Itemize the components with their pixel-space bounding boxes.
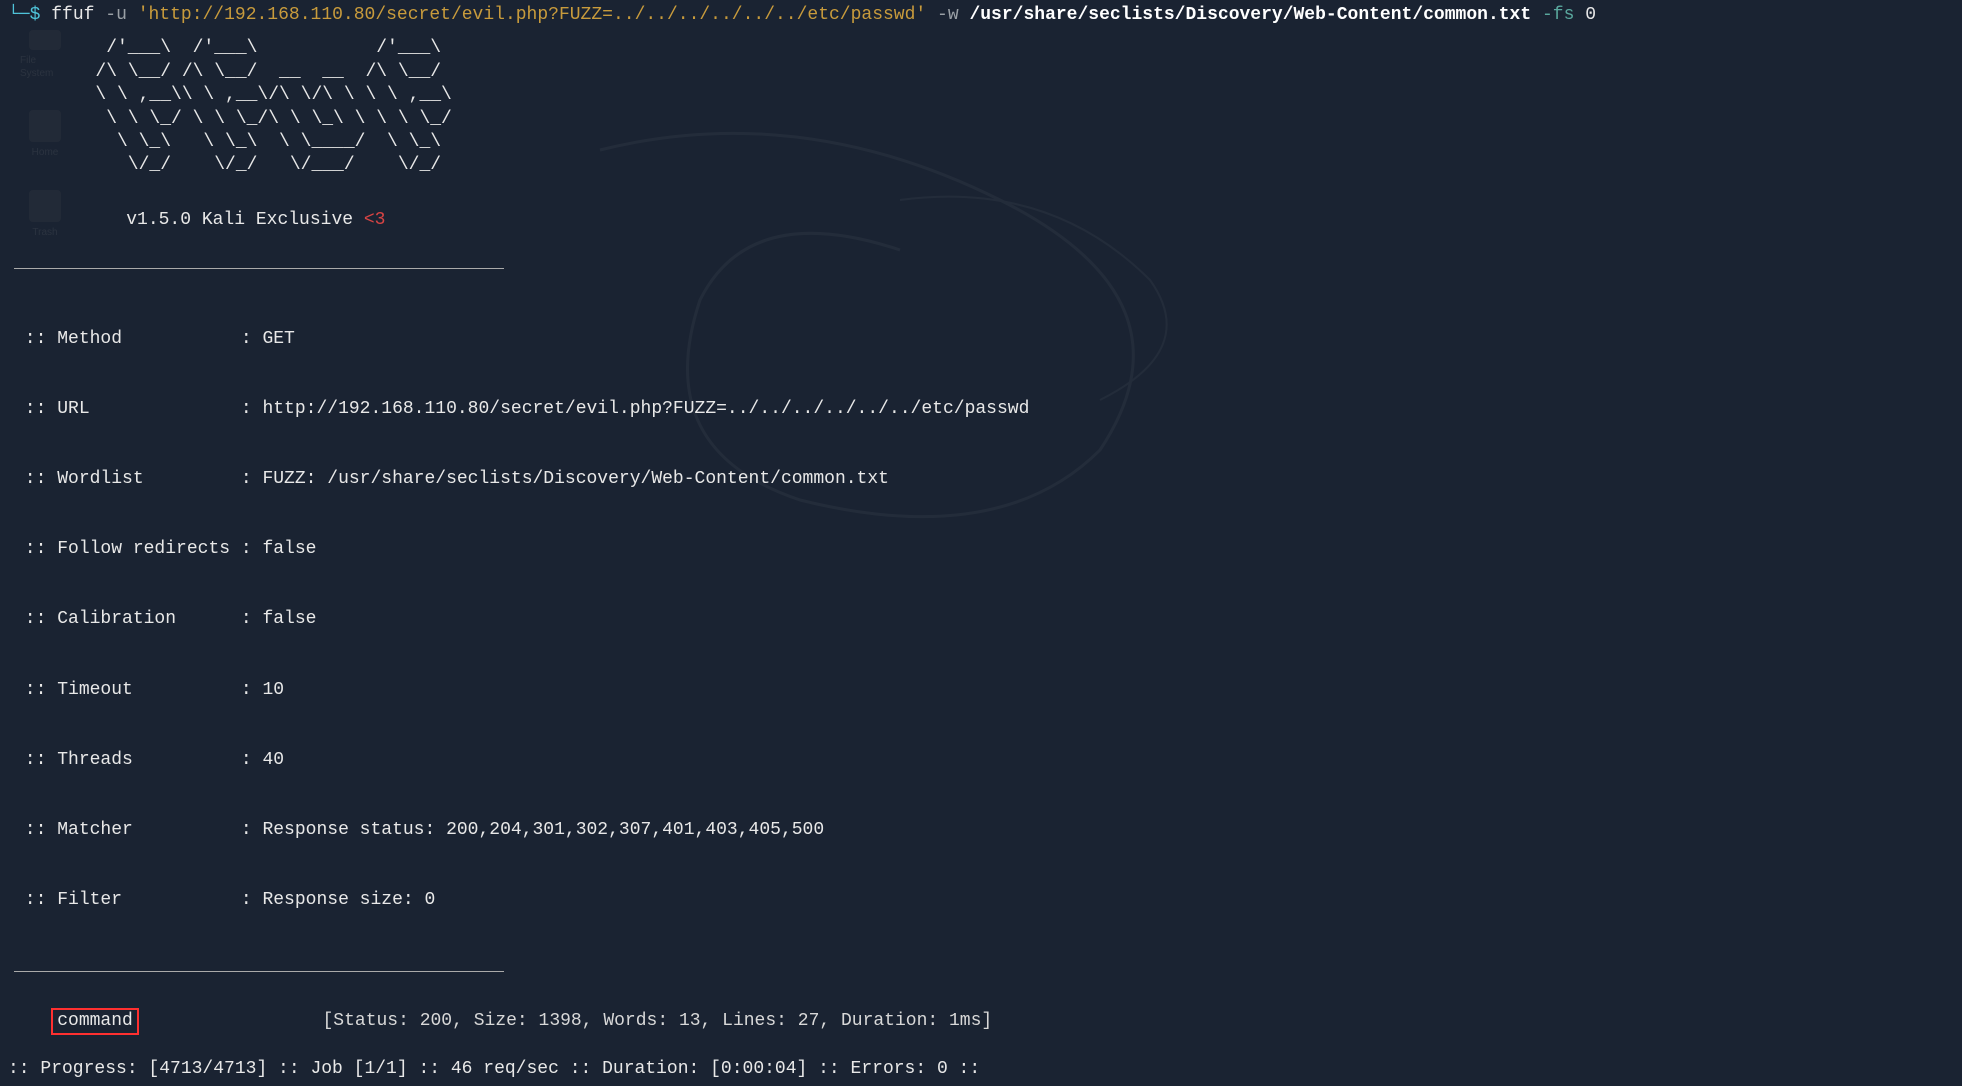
config-method: :: Method : GET [14, 328, 1954, 351]
config-follow-redirects: :: Follow redirects : false [14, 538, 1954, 561]
fs-value: 0 [1585, 4, 1596, 27]
prompt-dollar: $ [30, 4, 41, 27]
divider-top [14, 268, 504, 269]
config-wordlist: :: Wordlist : FUZZ: /usr/share/seclists/… [14, 468, 1954, 491]
heart-icon: <3 [364, 210, 386, 230]
config-calibration: :: Calibration : false [14, 608, 1954, 631]
version-text: v1.5.0 Kali Exclusive [126, 210, 364, 230]
config-threads: :: Threads : 40 [14, 749, 1954, 772]
command-name: ffuf [51, 4, 94, 27]
flag-u: -u [105, 4, 127, 27]
progress-line: :: Progress: [4713/4713] :: Job [1/1] ::… [8, 1058, 1954, 1081]
flag-fs: -fs [1542, 4, 1574, 27]
config-matcher: :: Matcher : Response status: 200,204,30… [14, 819, 1954, 842]
command-prompt-line: └─$ ffuf -u 'http://192.168.110.80/secre… [8, 4, 1954, 27]
result-param-name: command [51, 1008, 139, 1035]
config-timeout: :: Timeout : 10 [14, 679, 1954, 702]
ffuf-ascii-logo: /'___\ /'___\ /'___\ /\ \__/ /\ \__/ __ … [63, 37, 1954, 177]
terminal-output[interactable]: └─$ ffuf -u 'http://192.168.110.80/secre… [0, 0, 1962, 1086]
config-table: :: Method : GET :: URL : http://192.168.… [14, 281, 1954, 959]
divider-bottom [14, 971, 504, 972]
result-row: command [Status: 200, Size: 1398, Words:… [8, 984, 1954, 1058]
result-stats: [Status: 200, Size: 1398, Words: 13, Lin… [322, 1011, 992, 1031]
wordlist-path: /usr/share/seclists/Discovery/Web-Conten… [969, 4, 1531, 27]
config-url: :: URL : http://192.168.110.80/secret/ev… [14, 398, 1954, 421]
config-filter: :: Filter : Response size: 0 [14, 889, 1954, 912]
prompt-tree-icon: └─ [8, 4, 30, 27]
url-argument: 'http://192.168.110.80/secret/evil.php?F… [138, 4, 927, 27]
version-line: v1.5.0 Kali Exclusive <3 [83, 186, 1954, 256]
flag-w: -w [937, 4, 959, 27]
